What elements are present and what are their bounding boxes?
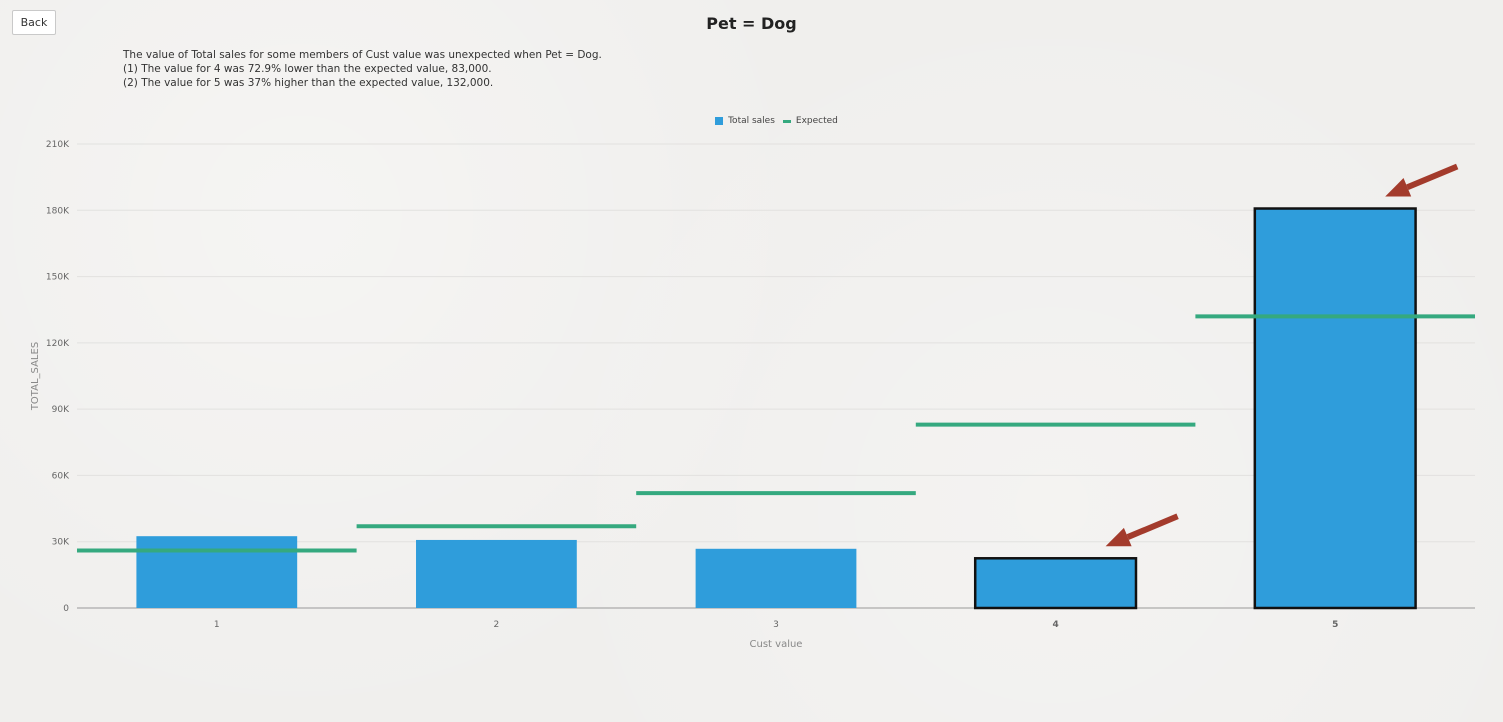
x-tick-label: 2 xyxy=(494,620,500,630)
y-axis-title: TOTAL_SALES xyxy=(30,342,41,411)
y-tick-label: 60K xyxy=(52,471,70,481)
x-tick-label: 3 xyxy=(773,620,779,630)
bar-highlighted[interactable] xyxy=(973,557,1138,610)
x-tick-label: 4 xyxy=(1052,620,1058,630)
y-tick-label: 150K xyxy=(46,273,70,283)
y-tick-label: 30K xyxy=(52,538,70,548)
y-tick-label: 90K xyxy=(52,405,70,415)
bar[interactable] xyxy=(695,548,857,608)
y-tick-label: 0 xyxy=(63,604,69,614)
y-tick-label: 120K xyxy=(46,339,70,349)
page-background: Back Pet = Dog The value of Total sales … xyxy=(0,0,1503,722)
x-axis-title: Cust value xyxy=(750,639,803,650)
bar-highlighted[interactable] xyxy=(1253,207,1417,610)
y-tick-label: 180K xyxy=(46,206,70,216)
bar[interactable] xyxy=(136,536,298,608)
bar[interactable] xyxy=(416,539,577,608)
x-tick-label: 1 xyxy=(214,620,220,630)
arrow-icon xyxy=(1385,163,1459,197)
y-tick-label: 210K xyxy=(46,140,70,150)
bar-chart: 0 30K 60K 90K 120K 150K 180K 210K 1 2 3 4 5 Cust valu… xyxy=(30,140,1475,650)
x-tick-label: 5 xyxy=(1332,620,1338,630)
